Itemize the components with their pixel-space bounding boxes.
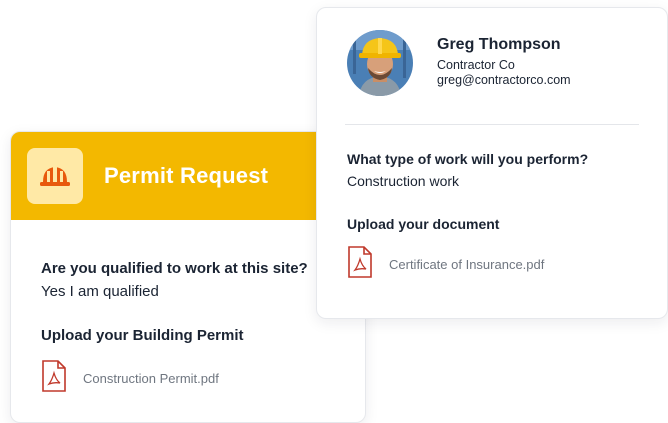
qualification-question: Are you qualified to work at this site? [41,260,308,277]
contractor-name: Greg Thompson [437,36,561,53]
contractor-profile: Greg Thompson Contractor Co greg@contrac… [317,8,667,96]
uploaded-file-permit[interactable]: Construction Permit.pdf [41,360,335,397]
contractor-card: Greg Thompson Contractor Co greg@contrac… [316,7,668,319]
uploaded-file-insurance[interactable]: Certificate of Insurance.pdf [347,246,637,283]
work-type-answer: Construction work [347,173,460,189]
permit-request-card: Permit Request Are you qualified to work… [10,131,366,423]
upload-building-permit-label: Upload your Building Permit [41,327,244,344]
page-title: Permit Request [104,163,269,188]
file-name[interactable]: Construction Permit.pdf [83,371,219,386]
contractor-company: Contractor Co [437,58,515,72]
file-name[interactable]: Certificate of Insurance.pdf [389,257,544,272]
hard-hat-icon [27,148,83,204]
pdf-file-icon [41,360,67,397]
contractor-email: greg@contractorco.com [437,73,571,87]
pdf-file-icon [347,246,373,283]
upload-document-label: Upload your document [347,216,500,232]
permit-header: Permit Request [11,132,365,220]
avatar [347,30,413,96]
qualification-answer: Yes I am qualified [41,283,159,300]
work-type-question: What type of work will you perform? [347,151,589,167]
